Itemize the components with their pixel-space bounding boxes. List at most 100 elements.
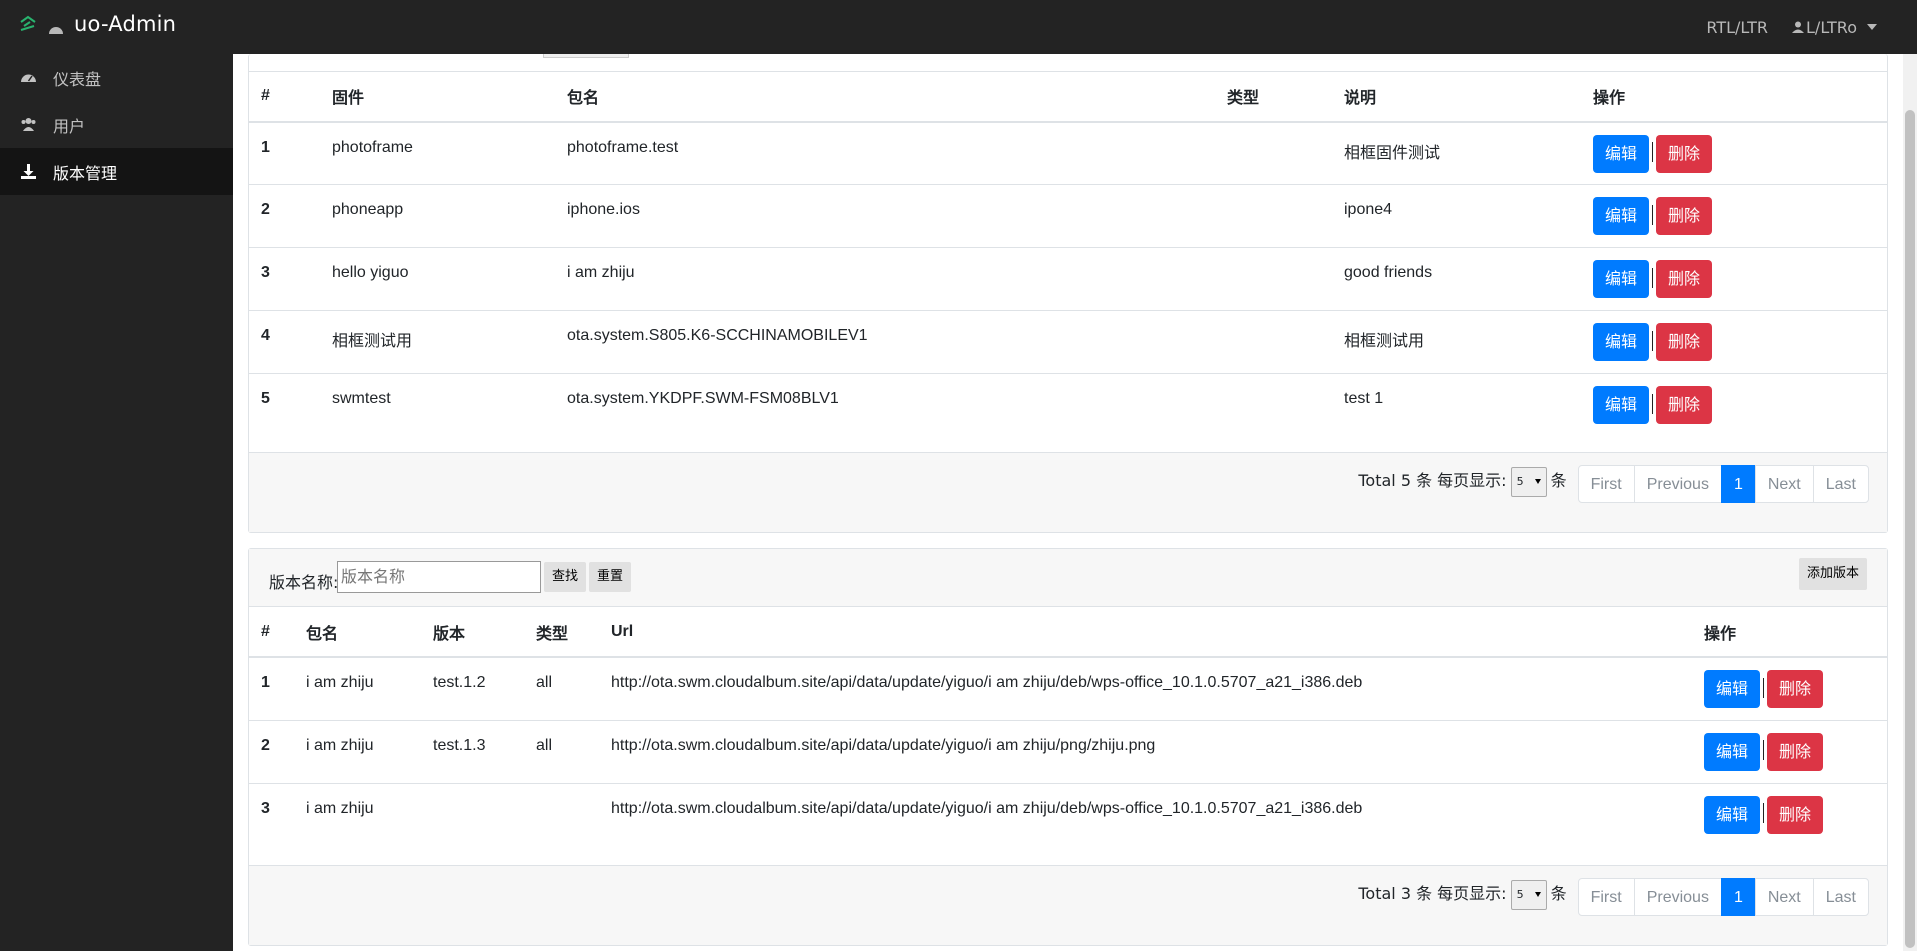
row-url: http://ota.swm.cloudalbum.site/api/data/…: [599, 782, 1692, 846]
delete-button[interactable]: 删除: [1656, 134, 1713, 173]
edit-button[interactable]: 编辑: [1593, 197, 1650, 235]
page-first[interactable]: First: [1577, 878, 1635, 916]
row-type: [1215, 122, 1332, 185]
edit-button[interactable]: 编辑: [1593, 323, 1650, 361]
row-actions: 编辑 删除: [1581, 247, 1887, 311]
edit-button[interactable]: 编辑: [1593, 260, 1650, 298]
page-previous[interactable]: Previous: [1633, 878, 1722, 916]
brand-title: uo-Admin: [74, 12, 177, 36]
row-desc: ipone4: [1332, 184, 1581, 248]
add-version-button[interactable]: 添加版本: [1798, 558, 1867, 590]
dashboard-icon: [21, 74, 36, 82]
scroll-thumb[interactable]: [1905, 110, 1915, 948]
page-last[interactable]: Last: [1812, 878, 1869, 916]
chevron-down-icon: [1867, 24, 1877, 30]
row-firmware: swmtest: [320, 373, 555, 437]
dashboard-icon: [49, 27, 63, 34]
top-navbar: uo-Admin RTL/LTR L/LTRo: [0, 0, 1917, 54]
version-filter-bar: 版本名称: 版本名称 查找 重置 添加版本: [249, 549, 1887, 607]
row-url: http://ota.swm.cloudalbum.site/api/data/…: [599, 719, 1692, 783]
reset-button[interactable]: 重置: [589, 562, 632, 592]
row-id: 3: [249, 782, 294, 846]
user-icon: [1792, 21, 1805, 33]
page-scrollbar[interactable]: [1903, 54, 1917, 951]
firmware-pager-footer: Total 5 条 每页显示: 5 条 First Previous 1 Nex…: [249, 452, 1887, 532]
edit-button[interactable]: 编辑: [1704, 732, 1761, 771]
row-type: [1215, 310, 1332, 374]
page-next[interactable]: Next: [1754, 465, 1814, 503]
page-next[interactable]: Next: [1754, 878, 1814, 916]
pager-total: Total 5 条 每页显示:: [1358, 471, 1507, 490]
row-desc: 相框测试用: [1332, 310, 1581, 374]
delete-button[interactable]: 删除: [1767, 732, 1824, 771]
pager-suffix: 条: [1550, 884, 1567, 903]
row-actions: 编辑 删除: [1692, 782, 1887, 846]
sidebar-item-users[interactable]: 用户: [0, 101, 233, 148]
rtl-ltr-toggle[interactable]: RTL/LTR: [1706, 18, 1768, 37]
user-menu[interactable]: L/LTRo: [1792, 18, 1877, 37]
sidebar-item-versions[interactable]: 版本管理: [0, 148, 233, 195]
row-desc: good friends: [1332, 247, 1581, 311]
column-header: 类型: [1215, 71, 1332, 123]
sidebar-item-label: 仪表盘: [53, 69, 102, 89]
pager-suffix: 条: [1550, 471, 1567, 490]
table-row: 2 i am zhiju test.1.3 all http://ota.swm…: [249, 719, 1887, 783]
sidebar-item-label: 版本管理: [53, 163, 118, 183]
table-row: 3 hello yiguo i am zhiju good friends 编辑…: [249, 247, 1887, 311]
table-row: 4 相框测试用 ota.system.S805.K6-SCCHINAMOBILE…: [249, 310, 1887, 374]
row-type: [1215, 373, 1332, 437]
row-version: test.1.2: [433, 674, 486, 691]
delete-button[interactable]: 删除: [1656, 260, 1713, 298]
delete-button[interactable]: 删除: [1656, 197, 1713, 235]
row-version: [421, 782, 524, 846]
per-page-select[interactable]: 5: [1510, 467, 1547, 497]
delete-button[interactable]: 删除: [1767, 795, 1824, 834]
row-id: 5: [249, 373, 320, 437]
edit-button[interactable]: 编辑: [1704, 670, 1761, 708]
page-last[interactable]: Last: [1812, 465, 1869, 503]
column-header: 包名: [294, 607, 421, 658]
row-actions: 编辑 删除: [1581, 184, 1887, 248]
row-type: [1215, 247, 1332, 311]
column-header: 操作: [1581, 71, 1887, 123]
row-id: 3: [249, 247, 320, 311]
row-firmware: hello yiguo: [320, 247, 555, 311]
table-header-row: # 固件 包名 类型 说明 操作: [249, 71, 1887, 123]
page-previous[interactable]: Previous: [1633, 465, 1722, 503]
sidebar-item-dashboard[interactable]: 仪表盘: [0, 54, 233, 101]
version-name-input[interactable]: 版本名称: [337, 561, 541, 593]
per-page-select[interactable]: 5: [1510, 880, 1547, 910]
delete-button[interactable]: 删除: [1656, 323, 1713, 361]
edit-button[interactable]: 编辑: [1593, 134, 1650, 173]
row-actions: 编辑 删除: [1581, 122, 1887, 185]
column-header: #: [249, 71, 320, 123]
row-type: all: [536, 674, 553, 691]
row-actions: 编辑 删除: [1581, 373, 1887, 437]
row-id: 4: [249, 310, 320, 374]
row-actions: 编辑 删除: [1581, 310, 1887, 374]
download-icon: [21, 164, 36, 179]
page-first[interactable]: First: [1577, 465, 1635, 503]
row-firmware: photoframe: [332, 138, 413, 156]
users-icon: [21, 118, 36, 131]
table-row: 3 i am zhiju http://ota.swm.cloudalbum.s…: [249, 782, 1887, 846]
edit-button[interactable]: 编辑: [1593, 386, 1650, 424]
row-desc: 相框固件测试: [1344, 144, 1441, 162]
table-row: 5 swmtest ota.system.YKDPF.SWM-FSM08BLV1…: [249, 373, 1887, 437]
row-firmware: 相框测试用: [320, 310, 555, 374]
column-header: #: [249, 607, 294, 658]
page-current[interactable]: 1: [1720, 878, 1756, 916]
table-row: 1 photoframe photoframe.test 相框固件测试 编辑 删除: [249, 122, 1887, 185]
column-header: 固件: [320, 71, 555, 123]
page-current[interactable]: 1: [1720, 465, 1756, 503]
delete-button[interactable]: 删除: [1656, 386, 1713, 424]
row-firmware: phoneapp: [320, 184, 555, 248]
search-button[interactable]: 查找: [544, 562, 587, 592]
row-type: [1215, 184, 1332, 248]
edit-button[interactable]: 编辑: [1704, 795, 1761, 834]
sidebar-item-label: 用户: [53, 116, 86, 136]
brand[interactable]: uo-Admin: [18, 10, 176, 38]
version-card: 版本名称: 版本名称 查找 重置 添加版本 # 包名 版本 类型 Url 操作 …: [248, 548, 1888, 946]
delete-button[interactable]: 删除: [1767, 670, 1824, 708]
row-id: 1: [261, 138, 270, 156]
